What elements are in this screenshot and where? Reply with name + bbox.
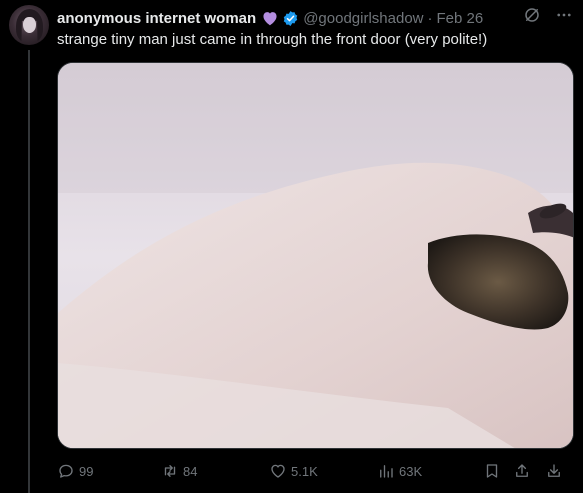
like-button[interactable]: 5.1K (269, 462, 318, 480)
header-actions (523, 6, 573, 24)
more-icon[interactable] (555, 6, 573, 24)
download-icon (545, 462, 563, 480)
share-icon (513, 462, 531, 480)
tweet-header: anonymous internet woman @goodgirlshadow… (57, 8, 573, 28)
avatar[interactable] (9, 5, 49, 45)
display-name[interactable]: anonymous internet woman (57, 10, 256, 27)
views-count: 63K (399, 463, 423, 479)
thread-line (28, 50, 30, 493)
handle[interactable]: @goodgirlshadow (303, 10, 423, 27)
bookmark-button[interactable] (483, 462, 501, 480)
heart-icon (261, 10, 279, 26)
grok-icon[interactable] (523, 6, 541, 24)
bookmark-icon (483, 462, 501, 480)
separator-dot: · (427, 9, 433, 27)
views-button[interactable]: 63K (377, 462, 422, 480)
tweet-image-photo (58, 63, 573, 448)
repost-button[interactable]: 84 (161, 462, 197, 480)
repost-icon (161, 462, 179, 480)
repost-count: 84 (183, 463, 198, 479)
like-icon (269, 462, 287, 480)
reply-count: 99 (79, 463, 94, 479)
download-button[interactable] (545, 462, 563, 480)
tweet-actions: 99 84 5.1K 63K (57, 460, 573, 482)
like-count: 5.1K (291, 463, 318, 479)
tweet-text: strange tiny man just came in through th… (57, 31, 488, 48)
share-button[interactable] (513, 462, 531, 480)
verified-icon[interactable] (282, 10, 299, 27)
reply-button[interactable]: 99 (57, 462, 93, 480)
avatar-face (23, 17, 36, 33)
reply-icon (57, 462, 75, 480)
tweet-image[interactable] (57, 62, 574, 449)
tweet-date[interactable]: Feb 26 (437, 10, 484, 27)
views-icon (377, 462, 395, 480)
